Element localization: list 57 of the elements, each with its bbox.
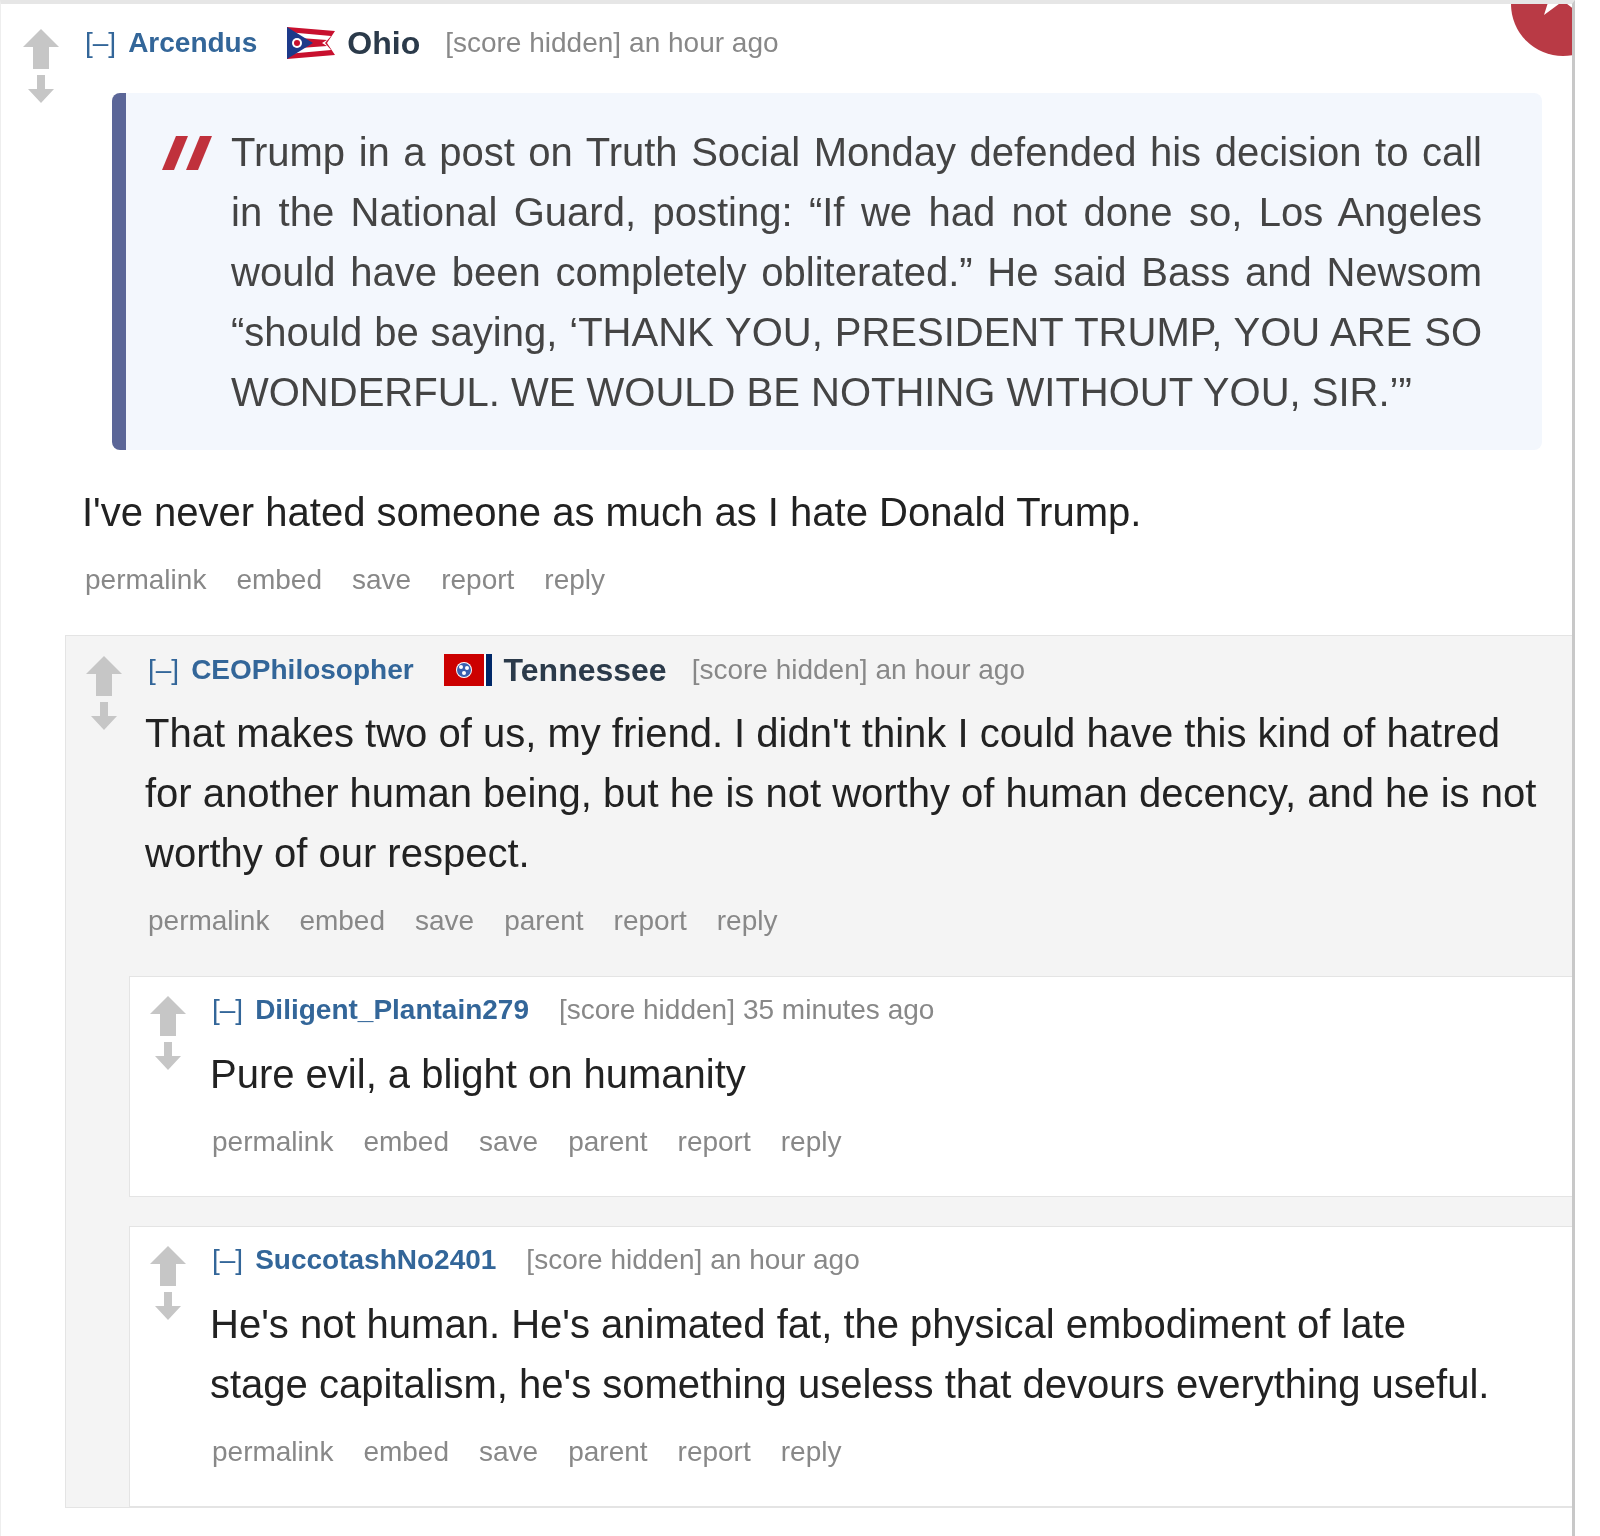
action-link[interactable]: save <box>415 900 475 942</box>
username-link[interactable]: Diligent_Plantain279 <box>255 989 529 1031</box>
action-link[interactable]: save <box>352 559 412 601</box>
action-link[interactable]: reply <box>780 1431 842 1473</box>
timestamp: 35 minutes ago <box>742 993 935 1027</box>
score-label: [score hidden] <box>559 993 735 1027</box>
action-link[interactable]: embed <box>363 1431 449 1473</box>
user-flair: Tennessee <box>503 651 667 690</box>
quote-text: Trump in a post on Truth Social Monday defended his decision to call in the National Guard, posting: “If we had not done so, Los Angeles would have been completely obliterated.” He said Bass and Newsom “should be saying, ‘THANK YOU, PRESIDENT TRUMP, YOU ARE SO WONDERFUL. WE WOULD BE NOTHING WITHOUT YOU, SIR.’” <box>231 129 1482 416</box>
action-link[interactable]: reply <box>780 1121 842 1163</box>
action-link[interactable]: reply <box>716 900 778 942</box>
timestamp: an hour ago <box>629 26 779 60</box>
downvote-arrow-icon[interactable] <box>28 75 54 103</box>
action-link[interactable]: parent <box>504 900 584 942</box>
collapse-link[interactable]: [–] <box>212 989 244 1031</box>
upvote-arrow-icon[interactable] <box>23 29 59 69</box>
comment-text: That makes two of us, my friend. I didn't think I could have this kind of hatred for another human being, but he is not worthy of human decency, and he is not worthy of our respect. <box>145 710 1538 877</box>
action-link[interactable]: permalink <box>85 559 207 601</box>
action-link[interactable]: parent <box>568 1431 648 1473</box>
downvote-arrow-icon[interactable] <box>155 1042 181 1070</box>
action-link[interactable]: embed <box>363 1121 449 1163</box>
tennessee-flag-icon <box>443 654 492 686</box>
action-link[interactable]: parent <box>568 1121 648 1163</box>
username-link[interactable]: Arcendus <box>128 22 258 64</box>
collapse-link[interactable]: [–] <box>148 649 180 691</box>
username-link[interactable]: CEOPhilosopher <box>191 649 414 691</box>
upvote-arrow-icon[interactable] <box>150 1246 186 1286</box>
upvote-arrow-icon[interactable] <box>86 656 122 696</box>
timestamp: an hour ago <box>710 1243 860 1277</box>
action-link[interactable]: reply <box>544 559 606 601</box>
action-link[interactable]: permalink <box>148 900 270 942</box>
action-link[interactable]: permalink <box>212 1121 334 1163</box>
score-label: [score hidden] <box>526 1243 703 1277</box>
upvote-arrow-icon[interactable] <box>150 996 186 1036</box>
timestamp: an hour ago <box>875 653 1025 687</box>
action-link[interactable]: save <box>479 1431 539 1473</box>
action-link[interactable]: permalink <box>212 1431 334 1473</box>
quote-mark-icon <box>162 136 212 170</box>
collapse-link[interactable]: [–] <box>212 1239 244 1281</box>
downvote-arrow-icon[interactable] <box>91 702 117 730</box>
action-link[interactable]: save <box>479 1121 539 1163</box>
action-link[interactable]: report <box>441 559 515 601</box>
comment-text: Pure evil, a blight on humanity <box>210 1051 747 1098</box>
username-link[interactable]: SuccotashNo2401 <box>255 1239 497 1281</box>
action-link[interactable]: report <box>613 900 687 942</box>
action-link[interactable]: embed <box>299 900 385 942</box>
comment-text: I've never hated someone as much as I hate Donald Trump. <box>82 489 1143 536</box>
ohio-flag-icon <box>287 27 336 59</box>
user-flair: Ohio <box>347 24 421 63</box>
score-label: [score hidden] <box>691 653 868 687</box>
score-label: [score hidden] <box>445 26 622 60</box>
action-link[interactable]: report <box>677 1431 751 1473</box>
action-link[interactable]: report <box>677 1121 751 1163</box>
collapse-link[interactable]: [–] <box>85 22 117 64</box>
comment-text: He's not human. He's animated fat, the physical embodiment of late stage capitalism, he's something useless that devours everything useful. <box>210 1301 1491 1408</box>
action-link[interactable]: embed <box>236 559 322 601</box>
downvote-arrow-icon[interactable] <box>155 1292 181 1320</box>
